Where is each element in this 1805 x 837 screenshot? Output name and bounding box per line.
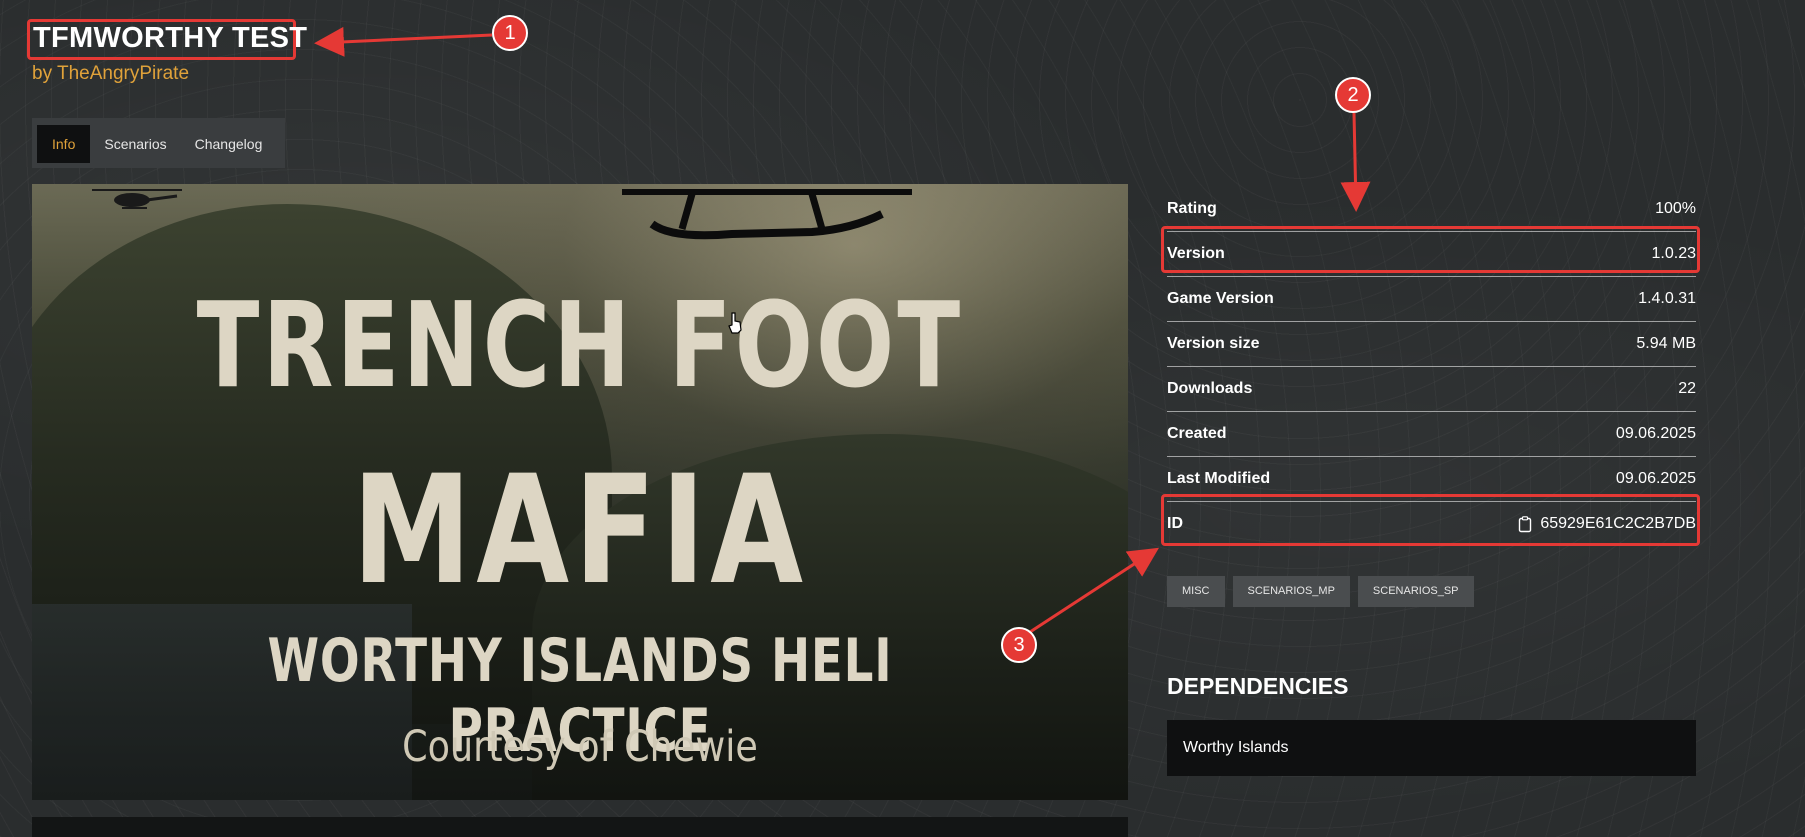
tab-bar: Info Scenarios Changelog	[32, 118, 285, 168]
detail-row-downloads: Downloads 22	[1167, 367, 1696, 412]
hero-text-overlay: TRENCH FOOT MAFIA WORTHY ISLANDS HELI PR…	[32, 184, 1128, 800]
tag-scenarios-sp[interactable]: SCENARIOS_SP	[1357, 576, 1474, 607]
detail-label: Version size	[1167, 335, 1260, 352]
detail-value: 5.94 MB	[1636, 335, 1696, 352]
dependency-item[interactable]: Worthy Islands	[1167, 720, 1696, 776]
tag-misc[interactable]: MISC	[1167, 576, 1225, 607]
hero-title-line2: MAFIA	[352, 444, 808, 618]
hand-cursor-icon	[728, 312, 742, 334]
detail-row-game-version: Game Version 1.4.0.31	[1167, 277, 1696, 322]
annotation-badge: 3	[1001, 627, 1037, 663]
page-title: TFMWORTHY TEST	[33, 22, 308, 54]
content-panel-bottom	[32, 817, 1128, 837]
detail-label: Last Modified	[1167, 470, 1271, 487]
tab-scenarios[interactable]: Scenarios	[90, 125, 180, 163]
detail-value: 09.06.2025	[1615, 470, 1696, 487]
tag-scenarios-mp[interactable]: SCENARIOS_MP	[1232, 576, 1350, 607]
detail-value: 100%	[1655, 200, 1696, 217]
annotation-badge: 1	[492, 15, 528, 51]
annotation-badge: 2	[1335, 77, 1371, 113]
id-annotation-box	[1161, 494, 1700, 546]
tab-changelog[interactable]: Changelog	[181, 125, 277, 163]
detail-value: 22	[1678, 380, 1696, 397]
detail-label: Rating	[1167, 200, 1217, 217]
author-link[interactable]: by TheAngryPirate	[32, 63, 189, 85]
detail-row-created: Created 09.06.2025	[1167, 412, 1696, 457]
detail-value: 1.4.0.31	[1638, 290, 1696, 307]
hero-title-line1: TRENCH FOOT	[196, 276, 964, 414]
hero-credit: Courtesy of Chewie	[402, 722, 758, 772]
detail-label: Game Version	[1167, 290, 1274, 307]
detail-label: Created	[1167, 425, 1227, 442]
hero-image: TRENCH FOOT MAFIA WORTHY ISLANDS HELI PR…	[32, 184, 1128, 800]
detail-row-version-size: Version size 5.94 MB	[1167, 322, 1696, 367]
detail-label: Downloads	[1167, 380, 1253, 397]
dependencies-heading: DEPENDENCIES	[1167, 673, 1349, 699]
version-annotation-box	[1161, 226, 1700, 273]
tag-list: MISC SCENARIOS_MP SCENARIOS_SP	[1167, 576, 1474, 607]
tab-info[interactable]: Info	[37, 125, 91, 163]
detail-value: 09.06.2025	[1615, 425, 1696, 442]
